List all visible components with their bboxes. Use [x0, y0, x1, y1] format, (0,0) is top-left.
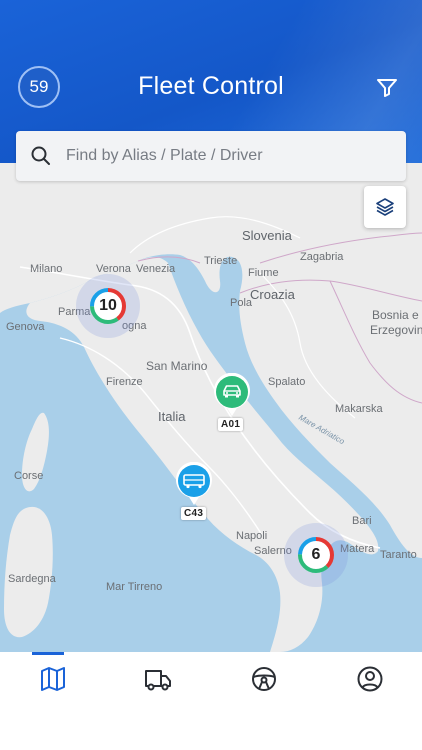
cluster-north[interactable]: 10: [76, 274, 140, 338]
map-label: Pola: [230, 297, 253, 309]
truck-icon: [144, 670, 171, 691]
map-label: Spalato: [268, 376, 306, 388]
cluster-count: 10: [99, 297, 117, 314]
filter-button[interactable]: [374, 74, 400, 100]
map-label: Napoli: [236, 530, 268, 542]
map-label: Verona: [96, 263, 131, 275]
map-label: Bosnia e: [372, 308, 419, 322]
map-label: Croazia: [250, 287, 295, 302]
vehicle-marker-a01[interactable]: A01: [212, 372, 252, 431]
map-layers-button[interactable]: [364, 186, 406, 228]
page-title: Fleet Control: [138, 72, 284, 100]
map-label: Slovenia: [242, 228, 292, 243]
map-view[interactable]: Slovenia Zagabria Croazia Bosnia e Erzeg…: [0, 163, 422, 652]
search-icon: [31, 146, 50, 165]
bus-icon: [176, 461, 212, 505]
funnel-icon: [377, 79, 397, 97]
search-input[interactable]: [66, 147, 386, 165]
tab-drivers[interactable]: [211, 652, 316, 706]
map-label: Italia: [158, 409, 186, 424]
search-bar: [16, 131, 406, 181]
map-label: Makarska: [335, 403, 383, 415]
tab-profile[interactable]: [317, 652, 422, 706]
cluster-south[interactable]: 6: [284, 523, 348, 587]
map-label: Mar Tirreno: [106, 581, 163, 593]
map-label: Milano: [30, 263, 63, 275]
tab-map[interactable]: [0, 652, 105, 706]
map-label: Firenze: [106, 376, 143, 388]
vehicle-marker-c43[interactable]: C43: [174, 461, 214, 520]
tab-vehicles[interactable]: [105, 652, 210, 706]
cluster-count: 6: [311, 546, 321, 563]
user-circle-icon: [357, 666, 382, 692]
map-label: Trieste: [204, 255, 238, 267]
map-label: Genova: [6, 321, 45, 333]
app-root: 59 Fleet Control Find by Alias / Plate /…: [0, 0, 422, 750]
vehicle-label: A01: [218, 418, 244, 431]
vehicle-label: C43: [181, 507, 207, 520]
map-label: San Marino: [146, 359, 208, 373]
map-label: Corse: [14, 470, 44, 482]
map-label: Sardegna: [8, 573, 56, 585]
map-label: Zagabria: [300, 251, 344, 263]
map-label: Venezia: [136, 263, 176, 275]
active-tab-indicator: [32, 652, 64, 655]
car-icon: [214, 372, 250, 416]
map-label: Fiume: [248, 267, 279, 279]
map-icon: [40, 667, 65, 691]
bottom-tab-bar: [0, 652, 422, 750]
map-label: Erzegovin: [370, 323, 422, 337]
steering-wheel-icon: [251, 667, 276, 691]
map-label: Bari: [352, 515, 372, 527]
map-label: Taranto: [380, 549, 417, 561]
layers-icon: [376, 198, 394, 216]
